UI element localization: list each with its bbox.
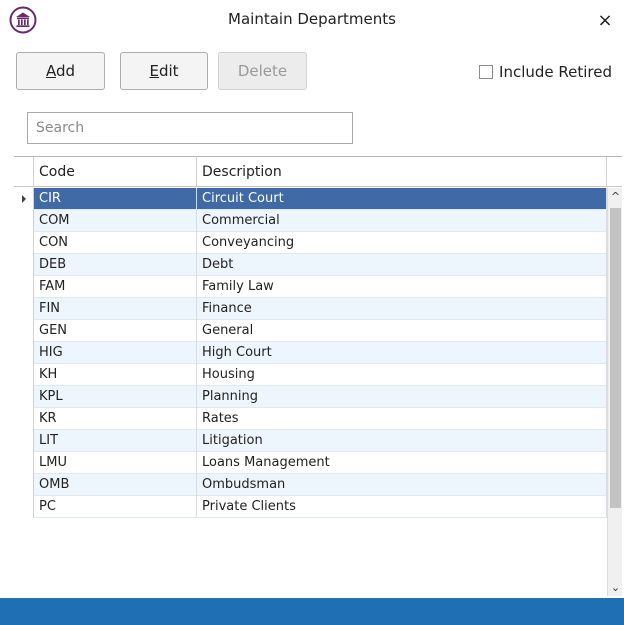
row-selector[interactable] bbox=[14, 364, 34, 386]
edit-label: dit bbox=[158, 62, 179, 80]
table-row[interactable]: KR Rates bbox=[14, 408, 607, 430]
code-cell: LIT bbox=[34, 430, 197, 452]
window-title: Maintain Departments bbox=[228, 10, 396, 28]
code-cell: DEB bbox=[34, 254, 197, 276]
row-selector[interactable] bbox=[14, 386, 34, 408]
row-selector[interactable] bbox=[14, 496, 34, 518]
row-selector[interactable] bbox=[14, 298, 34, 320]
row-selector[interactable] bbox=[14, 276, 34, 298]
add-button[interactable]: Add bbox=[16, 52, 105, 90]
description-cell: High Court bbox=[197, 342, 607, 364]
column-header-description[interactable]: Description bbox=[197, 157, 607, 187]
code-cell: FAM bbox=[34, 276, 197, 298]
row-selector-header bbox=[14, 157, 34, 187]
code-cell: GEN bbox=[34, 320, 197, 342]
description-cell: Conveyancing bbox=[197, 232, 607, 254]
table-row[interactable]: OMB Ombudsman bbox=[14, 474, 607, 496]
description-cell: Loans Management bbox=[197, 452, 607, 474]
row-selector[interactable] bbox=[14, 188, 34, 210]
grid-header: Code Description bbox=[14, 157, 622, 187]
scroll-thumb[interactable] bbox=[610, 208, 621, 508]
delete-button[interactable]: Delete bbox=[218, 52, 307, 90]
scroll-down-icon[interactable]: ⌄ bbox=[608, 579, 622, 596]
code-cell: KR bbox=[34, 408, 197, 430]
include-retired-checkbox[interactable] bbox=[479, 65, 494, 79]
description-cell: Family Law bbox=[197, 276, 607, 298]
close-icon[interactable]: × bbox=[594, 10, 616, 32]
code-cell: OMB bbox=[34, 474, 197, 496]
table-row[interactable]: COM Commercial bbox=[14, 210, 607, 232]
code-cell: CON bbox=[34, 232, 197, 254]
row-selector[interactable] bbox=[14, 474, 34, 496]
table-row[interactable]: KPL Planning bbox=[14, 386, 607, 408]
row-selector[interactable] bbox=[14, 210, 34, 232]
title-bar: Maintain Departments × bbox=[0, 0, 624, 42]
edit-button[interactable]: Edit bbox=[120, 52, 208, 90]
row-selector[interactable] bbox=[14, 232, 34, 254]
current-row-arrow-icon bbox=[21, 194, 26, 203]
status-bar bbox=[0, 598, 624, 625]
table-row[interactable]: PC Private Clients bbox=[14, 496, 607, 518]
include-retired-label: Include Retired bbox=[499, 63, 612, 81]
maintain-departments-window: Maintain Departments × Add Edit Delete I… bbox=[0, 0, 624, 625]
row-selector[interactable] bbox=[14, 254, 34, 276]
description-cell: Commercial bbox=[197, 210, 607, 232]
include-retired-toggle[interactable]: Include Retired bbox=[479, 62, 612, 82]
edit-accesskey: E bbox=[149, 62, 159, 80]
code-cell: LMU bbox=[34, 452, 197, 474]
table-row[interactable]: FAM Family Law bbox=[14, 276, 607, 298]
description-cell: Housing bbox=[197, 364, 607, 386]
code-cell: COM bbox=[34, 210, 197, 232]
row-selector[interactable] bbox=[14, 430, 34, 452]
code-cell: KH bbox=[34, 364, 197, 386]
add-label: dd bbox=[55, 62, 76, 80]
description-cell: Finance bbox=[197, 298, 607, 320]
description-cell: Planning bbox=[197, 386, 607, 408]
table-row[interactable]: LMU Loans Management bbox=[14, 452, 607, 474]
table-row[interactable]: CIR Circuit Court bbox=[14, 188, 607, 210]
code-cell: FIN bbox=[34, 298, 197, 320]
code-cell: HIG bbox=[34, 342, 197, 364]
row-selector[interactable] bbox=[14, 452, 34, 474]
row-selector[interactable] bbox=[14, 408, 34, 430]
description-cell: Debt bbox=[197, 254, 607, 276]
add-accesskey: A bbox=[45, 62, 56, 80]
description-cell: Litigation bbox=[197, 430, 607, 452]
table-row[interactable]: DEB Debt bbox=[14, 254, 607, 276]
table-row[interactable]: KH Housing bbox=[14, 364, 607, 386]
scroll-up-icon[interactable]: ^ bbox=[608, 188, 622, 206]
table-row[interactable]: LIT Litigation bbox=[14, 430, 607, 452]
grid-rows: CIR Circuit Court COM Commercial CON Conveyan… bbox=[14, 188, 607, 518]
row-selector[interactable] bbox=[14, 342, 34, 364]
column-header-code[interactable]: Code bbox=[34, 157, 197, 187]
departments-grid: Code Description CIR Circuit Court COM Comm… bbox=[14, 156, 622, 596]
code-cell: PC bbox=[34, 496, 197, 518]
search-input[interactable] bbox=[27, 112, 353, 144]
description-cell: Circuit Court bbox=[197, 188, 607, 210]
description-cell: General bbox=[197, 320, 607, 342]
row-selector[interactable] bbox=[14, 320, 34, 342]
table-row[interactable]: GEN General bbox=[14, 320, 607, 342]
description-cell: Private Clients bbox=[197, 496, 607, 518]
table-row[interactable]: FIN Finance bbox=[14, 298, 607, 320]
vertical-scrollbar[interactable]: ^ ⌄ bbox=[607, 188, 622, 596]
table-row[interactable]: HIG High Court bbox=[14, 342, 607, 364]
code-cell: KPL bbox=[34, 386, 197, 408]
table-row[interactable]: CON Conveyancing bbox=[14, 232, 607, 254]
description-cell: Ombudsman bbox=[197, 474, 607, 496]
description-cell: Rates bbox=[197, 408, 607, 430]
code-cell: CIR bbox=[34, 188, 197, 210]
